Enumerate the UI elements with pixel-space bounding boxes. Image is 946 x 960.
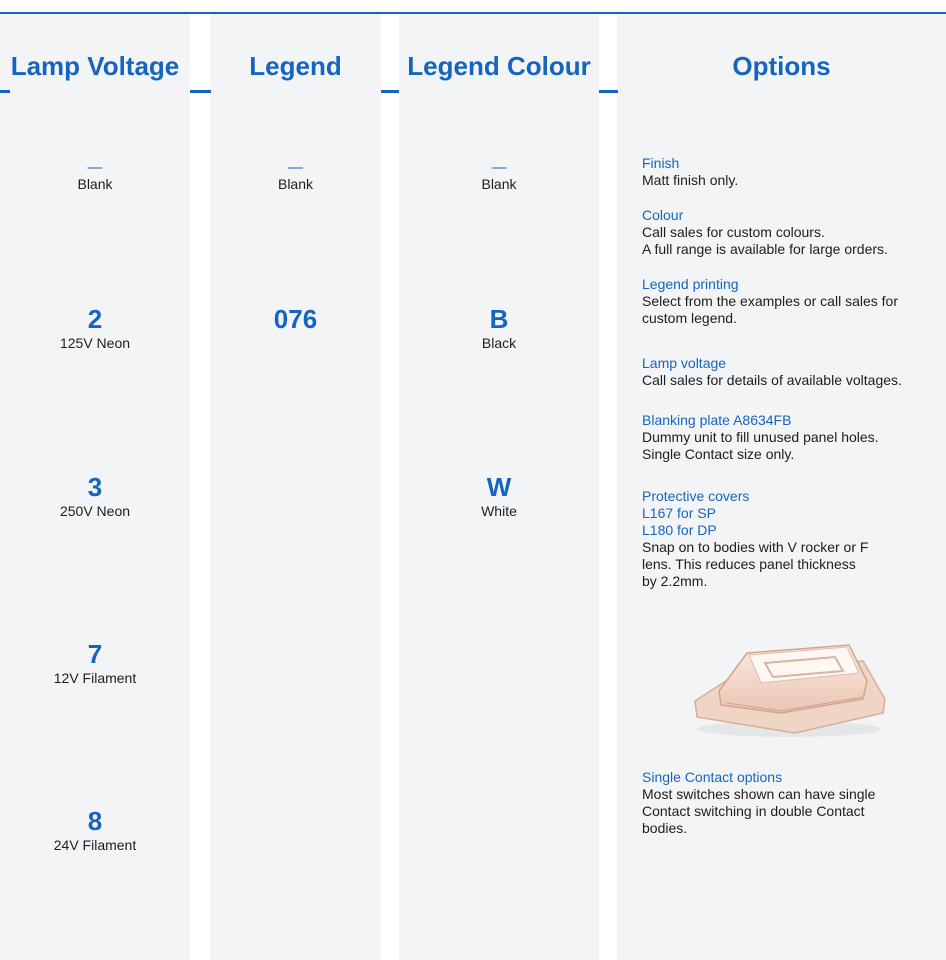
option-text: A full range is available for large orde… — [642, 241, 888, 257]
lamp-voltage-option: 8 24V Filament — [0, 806, 190, 854]
option-code: W — [486, 472, 512, 502]
option-text: Matt finish only. — [642, 172, 739, 188]
option-text: custom legend. — [642, 310, 737, 326]
option-text: Call sales for custom colours. — [642, 224, 825, 240]
option-text: by 2.2mm. — [642, 573, 708, 589]
option-title: Colour — [642, 207, 684, 223]
option-text: Snap on to bodies with V rocker or F — [642, 539, 869, 555]
option-finish: Finish Matt finish only. — [642, 155, 942, 189]
option-text: Most switches shown can have single — [642, 786, 876, 802]
legend-option: — Blank — [210, 159, 381, 193]
legend-colour-option: B Black — [399, 304, 599, 352]
option-label: 24V Filament — [53, 837, 137, 853]
blank-dash: — — [491, 159, 507, 176]
option-code: 8 — [87, 806, 103, 836]
lamp-voltage-option: — Blank — [0, 159, 190, 193]
option-colour: Colour Call sales for custom colours. A … — [642, 207, 942, 258]
option-label: Blank — [77, 176, 113, 192]
option-code: 2 — [87, 304, 103, 334]
option-code: 3 — [87, 472, 103, 502]
option-protective-covers: Protective covers L167 for SP L180 for D… — [642, 488, 942, 590]
legend-colour-option: — Blank — [399, 159, 599, 193]
option-text: Select from the examples or call sales f… — [642, 293, 898, 309]
option-label: Blank — [277, 176, 314, 192]
option-text: bodies. — [642, 820, 688, 836]
option-subtitle: L180 for DP — [642, 522, 717, 538]
option-code: 7 — [87, 639, 103, 669]
header-underline — [599, 90, 618, 93]
option-blanking-plate: Blanking plate A8634FB Dummy unit to fil… — [642, 412, 942, 463]
option-text: Single Contact size only. — [642, 446, 795, 462]
option-text: Contact switching in double Contact — [642, 803, 865, 819]
lamp-voltage-header: Lamp Voltage — [10, 51, 180, 81]
legend-colour-header: Legend Colour — [407, 51, 591, 81]
option-label: Blank — [481, 176, 517, 192]
lamp-voltage-column: Lamp Voltage — Blank 2 125V Neon 3 250V … — [0, 14, 190, 960]
option-title: Finish — [642, 155, 680, 171]
option-subtitle: L167 for SP — [642, 505, 716, 521]
option-lamp-voltage: Lamp voltage Call sales for details of a… — [642, 355, 942, 389]
option-code: 076 — [273, 304, 318, 334]
header-underline — [190, 90, 211, 93]
header-underline — [0, 90, 10, 93]
option-legend-printing: Legend printing Select from the examples… — [642, 276, 942, 327]
option-label: 12V Filament — [53, 670, 137, 686]
legend-colour-option: W White — [399, 472, 599, 520]
option-single-contact: Single Contact options Most switches sho… — [642, 769, 942, 837]
option-title: Single Contact options — [642, 769, 783, 785]
option-text: lens. This reduces panel thickness — [642, 556, 856, 572]
legend-header: Legend — [249, 51, 342, 81]
blank-dash: — — [288, 159, 303, 176]
legend-colour-column: Legend Colour — Blank B Black W White — [399, 14, 599, 960]
options-header: Options — [732, 51, 831, 81]
lamp-voltage-option: 2 125V Neon — [0, 304, 190, 352]
option-title: Blanking plate A8634FB — [642, 412, 792, 428]
blank-dash: — — [87, 159, 103, 176]
option-code: B — [489, 304, 509, 334]
option-text: Dummy unit to fill unused panel holes. — [642, 429, 879, 445]
option-title: Lamp voltage — [642, 355, 727, 371]
legend-option: 076 — [210, 304, 381, 335]
legend-column: Legend — Blank 076 — [210, 14, 381, 960]
option-label: 250V Neon — [59, 503, 131, 519]
option-label: Black — [481, 335, 517, 351]
protective-cover-image — [694, 644, 886, 737]
option-label: White — [481, 503, 517, 519]
option-label: 125V Neon — [59, 335, 131, 351]
header-underline — [381, 90, 399, 93]
option-title: Legend printing — [642, 276, 739, 292]
lamp-voltage-option: 3 250V Neon — [0, 472, 190, 520]
lamp-voltage-option: 7 12V Filament — [0, 639, 190, 687]
option-title: Protective covers — [642, 488, 750, 504]
option-text: Call sales for details of available volt… — [642, 372, 902, 388]
options-column: Options Finish Matt finish only. Colour … — [617, 14, 946, 960]
